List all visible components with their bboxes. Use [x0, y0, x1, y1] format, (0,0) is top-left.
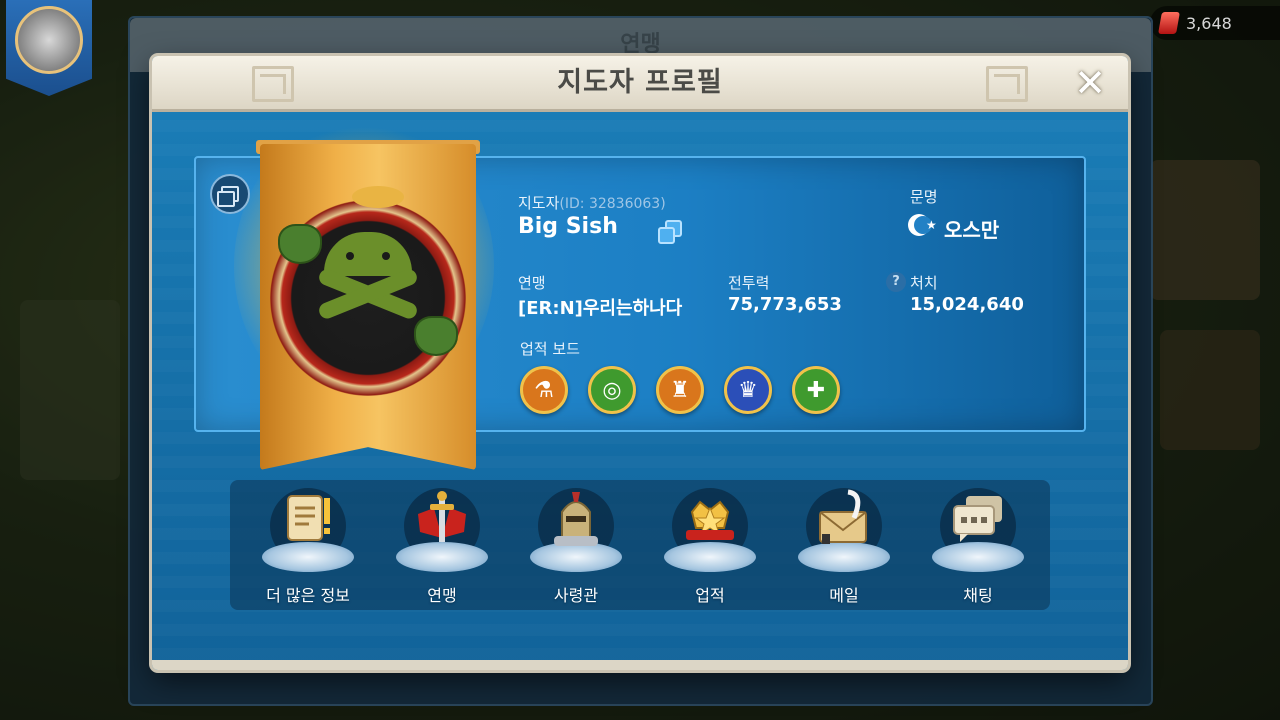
close-button[interactable]: ✕ [1068, 62, 1112, 106]
help-icon[interactable]: ? [886, 272, 906, 292]
power-value: 75,773,653 [728, 294, 842, 315]
mail-button[interactable]: 메일 [784, 480, 904, 610]
alliance-button[interactable]: 연맹 [382, 480, 502, 610]
gem-count: 3,648 [1186, 13, 1232, 33]
leader-label-text: 지도자 [518, 194, 560, 212]
power-label: 전투력 [728, 274, 770, 292]
modal-title: 지도자 프로필 [557, 67, 723, 98]
trophy-badge-icon[interactable]: ♛ [724, 366, 772, 414]
achievements-label: 업적 [695, 586, 725, 605]
more-info-label: 더 많은 정보 [266, 586, 350, 605]
modal-header: 지도자 프로필 ✕ [152, 56, 1128, 112]
chat-bubble-icon [953, 496, 1002, 542]
kills-value: 15,024,640 [910, 294, 1024, 315]
mail-envelope-icon [819, 489, 867, 544]
modal-footer-bar [152, 660, 1128, 670]
photo-icon [217, 186, 239, 207]
kills-label: 처치 [910, 274, 938, 292]
coins-badge-icon[interactable]: ◎ [588, 366, 636, 414]
more-info-button[interactable]: 더 많은 정보 [248, 480, 368, 610]
scroll-icon [287, 495, 330, 541]
leader-profile-modal: 지도자 프로필 ✕ 지도자(ID: 32836063) Big Sish 문명 … [152, 56, 1128, 670]
rice-dumpling-icon [278, 224, 322, 264]
star-icon: ★ [926, 218, 937, 232]
civilization-name: 오스만 [944, 218, 1000, 242]
chat-label: 채팅 [963, 586, 993, 605]
flask-badge-icon[interactable]: ⚗ [520, 366, 568, 414]
gem-counter[interactable]: 3,648 [1150, 6, 1280, 40]
android-eye-icon [382, 252, 390, 260]
gem-icon [1158, 12, 1180, 34]
leader-label: 지도자(ID: 32836063) [518, 192, 666, 213]
commander-helmet-icon [554, 492, 598, 546]
leader-name: Big Sish [518, 214, 618, 239]
rice-dumpling-icon [414, 316, 458, 356]
achievements-button[interactable]: 업적 [650, 480, 770, 610]
commander-button[interactable]: 사령관 [516, 480, 636, 610]
avatar [15, 6, 83, 74]
alliance-sword-icon [418, 491, 466, 542]
bow-icon [352, 186, 404, 208]
commander-label: 사령관 [553, 586, 599, 605]
civilization-label: 문명 [910, 188, 938, 206]
alliance-label: 연맹 [427, 586, 457, 605]
castle-badge-icon[interactable]: ♜ [656, 366, 704, 414]
alliance-name[interactable]: [ER:N]우리는하나다 [518, 294, 682, 320]
achievement-board-label: 업적 보드 [520, 340, 580, 358]
action-bar: 더 많은 정보 연맹 사령관 업적 메일 채팅 [230, 480, 1050, 610]
crossroads-badge-icon[interactable]: ✚ [792, 366, 840, 414]
android-eye-icon [346, 252, 354, 260]
player-avatar-corner[interactable] [6, 0, 92, 96]
leader-id: (ID: 32836063) [559, 196, 666, 212]
achievement-crown-icon [686, 500, 734, 540]
alliance-label: 연맹 [518, 274, 546, 292]
chat-button[interactable]: 채팅 [918, 480, 1038, 610]
mail-label: 메일 [829, 586, 859, 605]
copy-name-button[interactable] [658, 220, 682, 244]
